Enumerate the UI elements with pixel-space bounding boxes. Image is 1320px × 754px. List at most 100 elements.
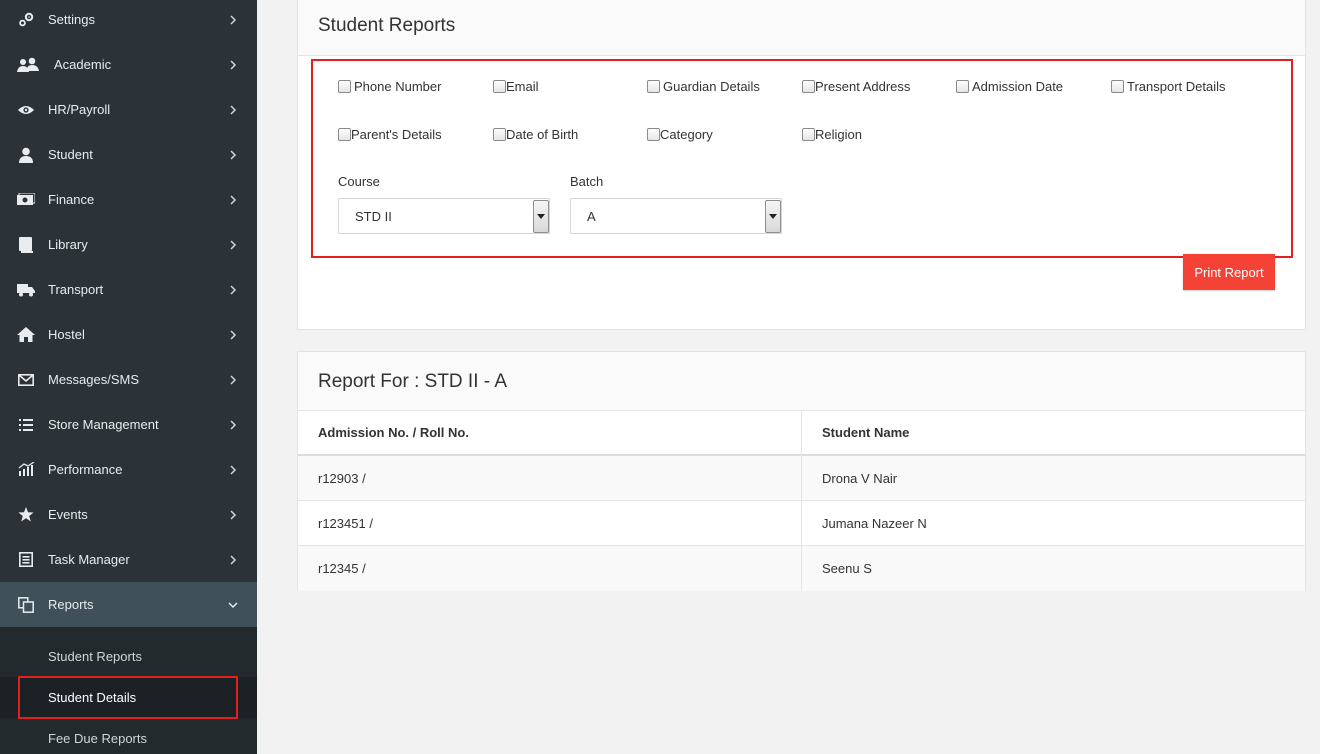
checkbox-date-of-birth[interactable]: Date of Birth	[493, 127, 578, 142]
sidebar-item-hostel[interactable]: Hostel	[0, 312, 257, 357]
chevron-right-icon	[228, 554, 238, 565]
submenu-item-label: Student Reports	[48, 649, 142, 664]
sidebar-item-label: Transport	[48, 282, 104, 297]
checkbox-label: Phone Number	[354, 79, 442, 94]
sidebar-item-label: Reports	[48, 597, 94, 612]
copy-icon	[17, 596, 35, 614]
student-name-cell: Drona V Nair	[822, 470, 898, 486]
reports-submenu: Student Reports Student Details Fee Due …	[0, 627, 257, 754]
checkbox-box[interactable]	[647, 80, 660, 93]
star-icon	[17, 506, 35, 524]
gears-icon	[17, 11, 35, 29]
checkbox-label: Religion	[815, 127, 862, 142]
sidebar-item-label: HR/Payroll	[48, 102, 111, 117]
checkbox-box[interactable]	[338, 128, 351, 141]
admission-cell: r123451 /	[318, 515, 373, 531]
sidebar-item-settings[interactable]: Settings	[0, 0, 257, 42]
sidebar-item-performance[interactable]: Performance	[0, 447, 257, 492]
sidebar-item-label: Store Management	[48, 417, 159, 432]
sidebar-item-label: Task Manager	[48, 552, 130, 567]
sidebar-item-messages[interactable]: Messages/SMS	[0, 357, 257, 402]
sidebar-item-label: Settings	[48, 12, 95, 27]
chevron-right-icon	[228, 419, 238, 430]
book-icon	[17, 236, 35, 254]
checkbox-transport-details[interactable]: Transport Details	[1111, 79, 1226, 94]
sidebar-item-library[interactable]: Library	[0, 222, 257, 267]
student-name-cell: Seenu S	[822, 561, 872, 576]
sidebar-item-events[interactable]: Events	[0, 492, 257, 537]
home-icon	[17, 326, 35, 344]
submenu-item-student-reports[interactable]: Student Reports	[0, 636, 257, 677]
list-icon	[17, 416, 35, 434]
checkbox-box[interactable]	[802, 80, 815, 93]
checkbox-box[interactable]	[493, 128, 506, 141]
chevron-right-icon	[228, 374, 238, 385]
sidebar-item-store-management[interactable]: Store Management	[0, 402, 257, 447]
sidebar-item-hr-payroll[interactable]: HR/Payroll	[0, 87, 257, 132]
sidebar-item-academic[interactable]: Academic	[0, 42, 257, 87]
checkbox-label: Date of Birth	[506, 127, 579, 142]
checkbox-present-address[interactable]: Present Address	[802, 79, 910, 94]
sidebar-item-label: Performance	[48, 462, 123, 477]
money-icon	[17, 191, 35, 209]
truck-icon	[17, 281, 35, 299]
chevron-right-icon	[228, 329, 238, 340]
dropdown-arrow-icon[interactable]	[533, 200, 549, 233]
sidebar-item-label: Student	[48, 147, 93, 162]
chevron-right-icon	[228, 239, 238, 250]
sidebar-item-task-manager[interactable]: Task Manager	[0, 537, 257, 582]
sidebar: Settings Academic HR/Payroll Student Fin…	[0, 0, 257, 754]
report-panel: Report For : STD II - A Admission No. / …	[297, 351, 1306, 591]
checkbox-parents-details[interactable]: Parent's Details	[338, 127, 442, 142]
checkbox-box[interactable]	[493, 80, 506, 93]
checkbox-label: Guardian Details	[663, 79, 760, 94]
admission-cell: r12345 /	[318, 561, 366, 576]
sidebar-item-label: Events	[48, 507, 88, 522]
user-icon	[17, 146, 35, 164]
batch-select[interactable]: A	[570, 198, 782, 234]
batch-label: Batch	[570, 174, 604, 189]
checkbox-email[interactable]: Email	[493, 79, 539, 94]
sidebar-item-label: Academic	[54, 57, 112, 72]
course-select[interactable]: STD II	[338, 198, 550, 234]
checkbox-box[interactable]	[956, 80, 969, 93]
sidebar-item-transport[interactable]: Transport	[0, 267, 257, 312]
checkbox-label: Parent's Details	[351, 127, 442, 142]
eye-icon	[17, 101, 35, 119]
checkbox-religion[interactable]: Religion	[802, 127, 862, 142]
chevron-right-icon	[228, 464, 238, 475]
sidebar-item-label: Hostel	[48, 327, 85, 342]
submenu-item-student-details[interactable]: Student Details	[0, 677, 257, 718]
checkbox-box[interactable]	[647, 128, 660, 141]
column-header-admission: Admission No. / Roll No.	[318, 425, 469, 440]
checkbox-admission-date[interactable]: Admission Date	[956, 79, 1063, 94]
bar-chart-icon	[17, 461, 35, 479]
chevron-right-icon	[228, 509, 238, 520]
checkbox-phone-number[interactable]: Phone Number	[338, 79, 441, 94]
sidebar-item-reports[interactable]: Reports	[0, 582, 257, 627]
checkbox-box[interactable]	[802, 128, 815, 141]
student-name-cell: Jumana Nazeer N	[822, 515, 927, 531]
panel-title: Student Reports	[318, 15, 456, 36]
dropdown-arrow-icon[interactable]	[765, 200, 781, 233]
submenu-item-label: Student Details	[48, 690, 137, 705]
checkbox-label: Category	[660, 127, 713, 142]
sidebar-item-label: Library	[48, 237, 88, 252]
sidebar-item-label: Messages/SMS	[48, 372, 140, 387]
chevron-down-icon	[228, 600, 238, 610]
column-divider	[801, 411, 802, 591]
print-report-button[interactable]: Print Report	[1183, 254, 1275, 290]
envelope-icon	[17, 371, 35, 389]
chevron-right-icon	[228, 14, 238, 25]
checkbox-guardian-details[interactable]: Guardian Details	[647, 79, 760, 94]
checkbox-box[interactable]	[338, 80, 351, 93]
submenu-item-label: Fee Due Reports	[48, 731, 147, 746]
submenu-item-fee-due-reports[interactable]: Fee Due Reports	[0, 718, 257, 754]
sidebar-item-student[interactable]: Student	[0, 132, 257, 177]
sidebar-item-finance[interactable]: Finance	[0, 177, 257, 222]
admission-cell: r12903 /	[318, 470, 366, 486]
report-title: Report For : STD II - A	[318, 371, 507, 392]
checkbox-box[interactable]	[1111, 80, 1124, 93]
checkbox-category[interactable]: Category	[647, 127, 713, 142]
student-reports-panel: Student Reports	[297, 0, 1306, 330]
